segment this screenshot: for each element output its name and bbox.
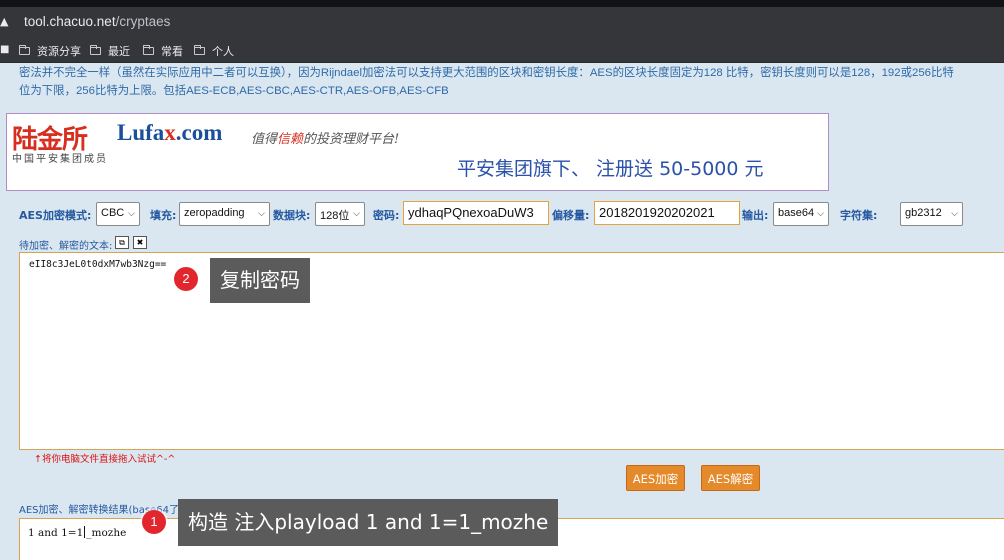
bookmark-folder-2[interactable]: 最近 [90, 43, 130, 59]
iv-input[interactable]: 2018201920202021 [594, 201, 740, 225]
ad-banner[interactable]: 陆金所 Lufax.com 中国平安集团成员 值得信赖的投资理财平台! 平安集团… [6, 113, 829, 191]
folder-icon [143, 45, 154, 55]
chevron-down-icon: ⌵ [951, 208, 958, 218]
step-1-badge: 1 [142, 510, 166, 534]
charset-select[interactable]: gb2312 ⌵ [900, 202, 963, 226]
step-2-tooltip: 复制密码 [210, 258, 310, 303]
key-label: 密码: [373, 209, 400, 222]
chevron-down-icon: ⌵ [817, 208, 824, 218]
aes-description: 密法并不完全一样（虽然在实际应用中二者可以互换），因为Rijndael加密法可以… [19, 64, 1004, 100]
aes-options-row: AES加密模式: CBC ⌵ 填充: zeropadding ⌵ 数据块: 128位… [19, 200, 1004, 226]
window-top-strip [0, 0, 1004, 7]
copy-icon[interactable]: ⧉ [115, 236, 129, 249]
drag-file-hint: ↑将你电脑文件直接拖入试试^-^ [34, 454, 176, 465]
padding-label: 填充: [150, 209, 177, 222]
ad-slogan: 值得信赖的投资理财平台! [251, 132, 400, 147]
bookmark-folder-3[interactable]: 常看 [143, 43, 183, 59]
input-text-label: 待加密、解密的文本: [19, 241, 113, 252]
description-line-2: 位为下限，256比特为上限。包括AES-ECB,AES-CBC,AES-CTR,… [19, 85, 449, 97]
block-size-select[interactable]: 128位 ⌵ [315, 202, 365, 226]
output-label: 输出: [742, 209, 769, 222]
ad-logo-english: Lufax.com [117, 120, 223, 145]
bookmark-folder-1[interactable]: 资源分享 [19, 43, 81, 59]
key-input[interactable]: ydhaqPQnexoaDuW3 [403, 201, 549, 225]
chevron-down-icon: ⌵ [128, 208, 135, 218]
input-textarea[interactable]: eII8c3JeL0t0dxM7wb3Nzg== [19, 252, 1004, 450]
bookmark-folder-4[interactable]: 个人 [194, 43, 234, 59]
aes-encrypt-button[interactable]: AES加密 [626, 465, 685, 491]
mode-label: AES加密模式: [19, 209, 92, 222]
block-size-label: 数据块: [273, 209, 311, 222]
padding-select[interactable]: zeropadding ⌵ [179, 202, 270, 226]
folder-icon [19, 45, 30, 55]
aes-decrypt-button[interactable]: AES解密 [701, 465, 760, 491]
clear-icon[interactable]: ✖ [133, 236, 147, 249]
step-2-badge: 2 [174, 267, 198, 291]
bookmarks-bar: ■ 资源分享 最近 常看 个人 [0, 37, 1004, 63]
folder-icon [90, 45, 101, 55]
folder-icon [194, 45, 205, 55]
ad-logo-subtitle: 中国平安集团成员 [12, 154, 108, 165]
mode-select[interactable]: CBC ⌵ [96, 202, 140, 226]
ad-promo-text: 平安集团旗下、 注册送 50-5000 元 [457, 158, 764, 180]
output-format-select[interactable]: base64 ⌵ [773, 202, 829, 226]
not-secure-warning-icon[interactable]: ▲ [0, 15, 8, 28]
chevron-down-icon: ⌵ [258, 208, 265, 218]
address-bar[interactable]: ▲ tool.chacuo.net/cryptaes [0, 7, 1004, 37]
bookmark-apps-icon[interactable]: ■ [0, 44, 9, 55]
url-text[interactable]: tool.chacuo.net/cryptaes [24, 14, 170, 29]
description-line-1: 密法并不完全一样（虽然在实际应用中二者可以互换），因为Rijndael加密法可以… [19, 67, 954, 79]
iv-label: 偏移量: [552, 209, 590, 222]
chevron-down-icon: ⌵ [353, 208, 360, 218]
charset-label: 字符集: [840, 209, 878, 222]
step-1-tooltip: 构造 注入playload 1 and 1=1_mozhe [178, 499, 559, 546]
